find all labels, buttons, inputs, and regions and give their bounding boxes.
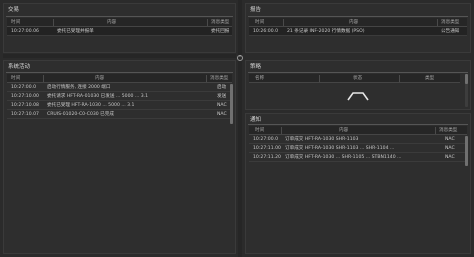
column-header-status[interactable]: 状态 (353, 74, 383, 82)
column-header-time[interactable]: 时间 (11, 18, 51, 26)
vertical-scrollbar[interactable] (465, 74, 468, 107)
table-header: 名称 状态 类型 (249, 74, 460, 83)
cell-type: NAC (445, 146, 455, 151)
panel-middle-right: 策略 名称 状态 类型 (245, 60, 471, 110)
column-separator[interactable] (53, 19, 54, 26)
column-separator[interactable] (43, 75, 44, 82)
cell-content: 订单成交 HFT-RA-1030 SHR-1103 (285, 137, 359, 142)
table-row[interactable]: 10:27:00.06 委托已受理并报单 委托回报 (7, 27, 232, 36)
panel-top-right: 报告 时间 内容 消息类型 10:26:00.0 21 条记录 INF-2020… (245, 3, 471, 53)
table-row[interactable]: 10:27:00.0 订单成交 HFT-RA-1030 SHR-1103 NAC (249, 135, 467, 144)
cell-type: NAC (445, 155, 455, 160)
splitter-grip-icon[interactable]: ⌃ (237, 55, 243, 61)
column-header-name[interactable]: 名称 (255, 74, 285, 82)
table-row[interactable]: 10:27:11.00 订单成交 HFT-RA-1030 SHR-1103 ..… (249, 144, 467, 153)
table-header: 时间 内容 消息类型 (249, 18, 467, 27)
column-header-type[interactable]: 消息类型 (210, 74, 232, 82)
scrollbar-thumb[interactable] (465, 74, 468, 84)
cell-time: 10:27:11.20 (253, 155, 281, 160)
panel-title: 通知 (250, 117, 262, 123)
column-separator[interactable] (437, 19, 438, 26)
table-header: 时间 内容 消息类型 (7, 18, 232, 27)
column-header-type[interactable]: 类型 (425, 74, 455, 82)
column-separator[interactable] (281, 127, 282, 134)
cell-time: 10:26:00.0 (253, 29, 279, 34)
column-separator[interactable] (435, 127, 436, 134)
divider (6, 72, 233, 73)
cell-content: 启动行情服务, 连接 2000 端口 (47, 85, 111, 90)
table-header: 时间 内容 消息类型 (7, 74, 232, 83)
vertical-scrollbar[interactable] (465, 136, 468, 166)
scrollbar-thumb[interactable] (230, 84, 233, 124)
panel-top-left: 交易 时间 内容 消息类型 10:27:00.06 委托已受理并报单 委托回报 (3, 3, 236, 53)
column-separator[interactable] (206, 75, 207, 82)
cell-time: 10:27:00.0 (11, 85, 37, 90)
table-row[interactable]: 10:27:11.20 订单成交 HFT-RA-1030 ... SHR-110… (249, 153, 467, 162)
divider (248, 124, 468, 125)
table-row[interactable]: 10:27:10.00 委托请求 HFT-RA-01030 已发送 ... 50… (7, 92, 232, 101)
cell-time: 10:27:10.07 (11, 112, 39, 117)
column-header-content[interactable]: 内容 (349, 18, 389, 26)
cell-type: NAC (445, 137, 455, 142)
log-table: 时间 内容 消息类型 10:26:00.0 21 条记录 INF-2020 行情… (249, 18, 467, 36)
panel-bottom-left: 系统活动 时间 内容 消息类型 10:27:00.0 启动行情服务, 连接 20… (3, 60, 236, 254)
cell-content: 委托已受理并报单 (57, 29, 94, 34)
column-header-time[interactable]: 时间 (255, 126, 281, 134)
loading-icon (347, 92, 369, 101)
column-header-type[interactable]: 消息类型 (441, 18, 467, 26)
cell-time: 10:27:11.00 (253, 146, 281, 151)
cell-content: 订单成交 HFT-RA-1030 SHR-1103 ... SHR-1104 .… (285, 146, 395, 151)
divider (248, 72, 468, 73)
horizontal-splitter-left[interactable] (3, 54, 236, 58)
panel-title: 系统活动 (8, 64, 31, 70)
panel-title: 交易 (8, 7, 20, 13)
table-header: 时间 内容 消息类型 (249, 126, 467, 135)
table-row[interactable]: 10:27:10.07 CRUIS-01020-C0-C030 已完成 NAC (7, 110, 232, 119)
cell-content: 21 条记录 INF-2020 行情数据 (PSO) (287, 29, 365, 34)
column-header-type[interactable]: 消息类型 (439, 126, 467, 134)
log-table: 时间 内容 消息类型 10:27:00.0 订单成交 HFT-RA-1030 S… (249, 126, 467, 162)
table-row[interactable]: 10:27:00.0 启动行情服务, 连接 2000 端口 启动 (7, 83, 232, 92)
column-separator[interactable] (207, 19, 208, 26)
cell-time: 10:27:00.06 (11, 29, 39, 34)
cell-time: 10:27:00.0 (253, 137, 279, 142)
vertical-scrollbar[interactable] (230, 84, 233, 124)
cell-type: 委托回报 (211, 29, 230, 34)
cell-time: 10:27:10.08 (11, 103, 39, 108)
cell-content: 委托请求 HFT-RA-01030 已发送 ... 5000 ... 3.1 (47, 94, 149, 99)
column-header-time[interactable]: 时间 (11, 74, 41, 82)
vertical-splitter[interactable] (238, 0, 242, 257)
scrollbar-thumb[interactable] (465, 136, 468, 166)
column-header-content[interactable]: 内容 (95, 74, 155, 82)
empty-table-area (249, 85, 462, 107)
column-separator[interactable] (283, 19, 284, 26)
panel-bottom-right: 通知 时间 内容 消息类型 10:27:00.0 订单成交 HFT-RA-103… (245, 113, 471, 254)
column-separator[interactable] (319, 75, 320, 82)
cell-content: 委托已受理 HFT-RA-1030 ... 5000 ... 3.1 (47, 103, 135, 108)
column-header-time[interactable]: 时间 (255, 18, 285, 26)
strategy-table: 名称 状态 类型 (249, 74, 460, 83)
cell-content: CRUIS-01020-C0-C030 已完成 (47, 112, 114, 117)
column-separator[interactable] (399, 75, 400, 82)
cell-content: 订单成交 HFT-RA-1030 ... SHR-1105 ... STBN11… (285, 155, 402, 160)
panel-title: 报告 (250, 7, 262, 13)
table-row[interactable]: 10:26:00.0 21 条记录 INF-2020 行情数据 (PSO) 公告… (249, 27, 467, 36)
cell-time: 10:27:10.00 (11, 94, 39, 99)
cell-type: 公告通知 (441, 29, 460, 34)
divider (6, 16, 233, 17)
column-header-content[interactable]: 内容 (339, 126, 379, 134)
panel-title: 策略 (250, 64, 262, 70)
column-header-content[interactable]: 内容 (107, 18, 167, 26)
column-header-type[interactable]: 消息类型 (211, 18, 232, 26)
log-table: 时间 内容 消息类型 10:27:00.0 启动行情服务, 连接 2000 端口… (7, 74, 232, 119)
log-table: 时间 内容 消息类型 10:27:00.06 委托已受理并报单 委托回报 (7, 18, 232, 36)
table-row[interactable]: 10:27:10.08 委托已受理 HFT-RA-1030 ... 5000 .… (7, 101, 232, 110)
divider (248, 16, 468, 17)
